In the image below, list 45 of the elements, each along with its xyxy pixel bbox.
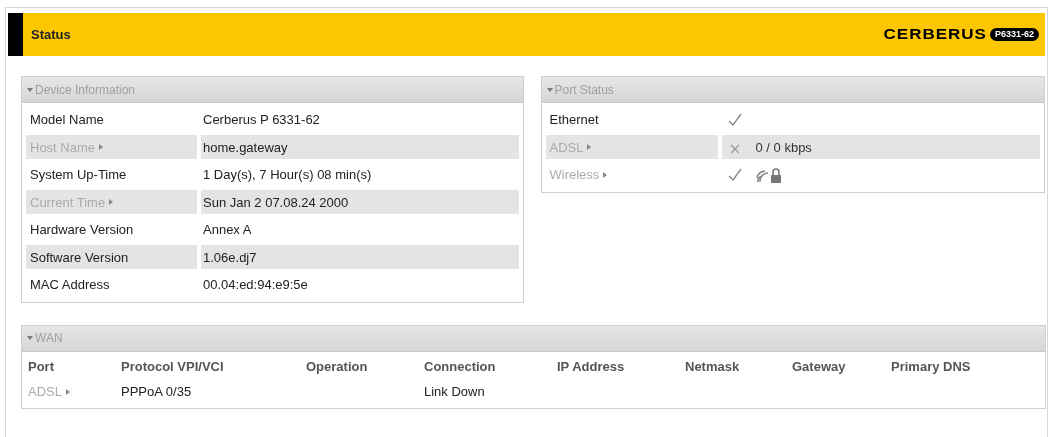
field-value: Annex A	[203, 221, 252, 239]
field-value: Sun Jan 2 07.08.24 2000	[203, 193, 349, 212]
field-label: Ethernet	[549, 111, 599, 129]
column-header: Protocol VPI/VCI	[121, 358, 224, 374]
field-label: MAC Address	[30, 276, 110, 294]
field-value: 1 Day(s), 7 Hour(s) 08 min(s)	[203, 166, 372, 184]
panel-header[interactable]: Device Information	[22, 77, 523, 103]
field-value: Cerberus P 6331-62	[203, 111, 320, 129]
collapse-triangle-icon	[27, 87, 33, 92]
label-link[interactable]: Wireless	[549, 165, 608, 185]
field-label: System Up-Time	[30, 166, 127, 184]
panel-title: Port Status	[554, 81, 614, 99]
column-header: Connection	[424, 358, 496, 374]
arrow-right-icon	[587, 144, 592, 151]
model-badge: P6331-62	[989, 28, 1039, 41]
column-header: Netmask	[685, 358, 740, 374]
column-header: Operation	[306, 358, 368, 374]
field-label: Model Name	[30, 111, 104, 129]
field-value: 00.04:ed:94:e9:5e	[203, 276, 308, 294]
arrow-right-icon	[603, 171, 608, 178]
label-link[interactable]: ADSL	[549, 137, 592, 157]
column-header: IP Address	[557, 358, 625, 374]
collapse-triangle-icon	[546, 87, 553, 92]
column-header: Gateway	[792, 358, 846, 374]
arrow-right-icon	[65, 388, 70, 395]
panel-title: WAN	[35, 330, 63, 347]
collapse-triangle-icon	[27, 336, 33, 340]
column-header: Primary DNS	[891, 358, 971, 374]
table-cell: PPPoA 0/35	[121, 383, 192, 399]
header-accent	[8, 13, 23, 56]
field-label: Hardware Version	[30, 221, 134, 239]
table-cell: Link Down	[424, 383, 485, 399]
page-title: Status	[31, 25, 71, 44]
brand-logo: CERBERUS	[883, 27, 987, 42]
field-value: home.gateway	[203, 138, 288, 157]
panel-header[interactable]: WAN	[22, 325, 1045, 352]
label-link[interactable]: ADSL	[28, 381, 70, 402]
arrow-right-icon	[99, 144, 104, 151]
field-label: Software Version	[30, 248, 129, 267]
arrow-right-icon	[109, 199, 114, 206]
speed-text: 0 / 0 kbps	[755, 138, 812, 157]
column-header: Port	[28, 358, 54, 374]
panel-header[interactable]: Port Status	[541, 77, 1044, 103]
field-value: 1.06e.dj7	[203, 248, 257, 267]
panel-title: Device Information	[35, 81, 136, 99]
